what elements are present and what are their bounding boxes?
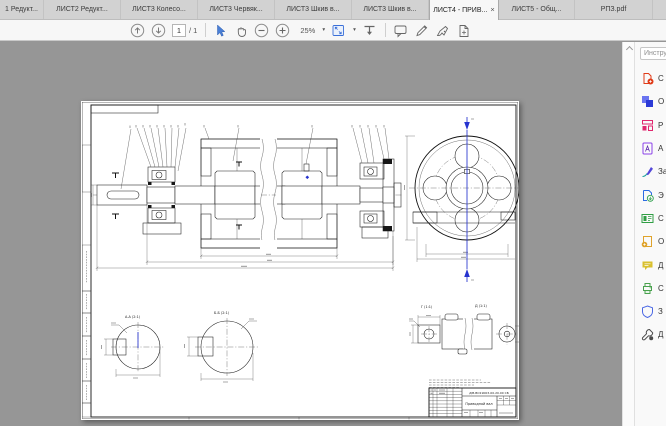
- tab-label: ЛИСТ4 - ПРИВ...: [433, 7, 487, 14]
- document-action-icon: [456, 23, 471, 38]
- pencil-annotate-button[interactable]: [414, 23, 429, 38]
- tool-export-pdf[interactable]: Э: [635, 183, 666, 206]
- section-aa-label: А-А (2:1): [125, 315, 141, 319]
- tab-label: 1 Редукт...: [5, 6, 38, 13]
- tab-label: ЛИСТ3 Шкив в...: [363, 6, 416, 13]
- protect-icon: [641, 305, 654, 318]
- detail-d-label: Д (1:1): [475, 304, 488, 308]
- tool-request-signatures[interactable]: А: [635, 137, 666, 160]
- select-arrow-icon: [213, 23, 227, 38]
- fit-caret-icon[interactable]: ▾: [353, 27, 356, 33]
- tab-list3-shkiv1[interactable]: ЛИСТ3 Шкив в...: [275, 0, 352, 19]
- plus-circle-icon: [275, 23, 290, 38]
- tool-fill-sign[interactable]: За: [635, 160, 666, 183]
- tab-label: ЛИСТ3 Колесо...: [132, 6, 186, 13]
- zoom-out-button[interactable]: [254, 23, 269, 38]
- end-view: [405, 117, 520, 282]
- vertical-scrollbar[interactable]: [622, 42, 634, 426]
- tool-more-tools[interactable]: Д: [635, 323, 666, 346]
- shaft-detail-view: Г (1:1) Д (1:1): [409, 304, 519, 354]
- tab-list2[interactable]: ЛИСТ2 Редукт...: [44, 0, 121, 19]
- scroll-mode-button[interactable]: [362, 23, 377, 38]
- section-bb: Б-Б (2:1): [185, 311, 260, 382]
- toolbar-divider: [205, 23, 206, 37]
- tab-label: ЛИСТ2 Редукт...: [56, 6, 108, 13]
- tab-rpz[interactable]: РПЗ.pdf: [575, 0, 653, 19]
- zoom-in-button[interactable]: [275, 23, 290, 38]
- minus-circle-icon: [254, 23, 269, 38]
- tab-list1[interactable]: 1 Редукт...: [0, 0, 44, 19]
- tab-list3-chervyak[interactable]: ЛИСТ3 Червяк...: [198, 0, 275, 19]
- comment-icon: [641, 259, 654, 272]
- tools-panel: Инстру С О Р А За: [634, 42, 666, 426]
- drawing-sheet[interactable]: А-А (2:1) Б-Б (2:1): [81, 101, 519, 420]
- fit-page-button[interactable]: [331, 23, 346, 38]
- export-page-button[interactable]: [456, 23, 471, 38]
- more-tools-icon: [641, 328, 654, 341]
- page-number-input[interactable]: 1: [172, 24, 186, 37]
- tool-print-production[interactable]: С: [635, 277, 666, 300]
- tool-scan-ocr[interactable]: С: [635, 207, 666, 230]
- fit-width-icon: [362, 23, 377, 38]
- scroll-up-icon[interactable]: [625, 46, 632, 53]
- tool-combine-files[interactable]: О: [635, 90, 666, 113]
- create-pdf-icon: [641, 72, 654, 85]
- tab-label: ЛИСТ5 - Общ...: [512, 6, 562, 13]
- tools-search-input[interactable]: Инстру: [640, 47, 666, 60]
- tool-edit-pdf[interactable]: Р: [635, 114, 666, 137]
- tools-list: С О Р А За Э С: [635, 67, 666, 347]
- select-tool-button[interactable]: [213, 23, 227, 38]
- acrobat-window: 1 Редукт... ЛИСТ2 Редукт... ЛИСТ3 Колесо…: [0, 0, 666, 426]
- export-pdf-icon: [641, 189, 654, 202]
- document-tabs: 1 Редукт... ЛИСТ2 Редукт... ЛИСТ3 Колесо…: [0, 0, 666, 20]
- section-bb-label: Б-Б (2:1): [214, 311, 230, 315]
- tab-label: ЛИСТ3 Шкив в...: [286, 6, 339, 13]
- fill-sign-icon: [641, 165, 654, 178]
- sign-button[interactable]: [435, 23, 450, 38]
- viewer-toolbar: 1 / 1 25% ▾ ▾: [0, 20, 666, 41]
- request-signatures-icon: [641, 142, 654, 155]
- title-block-designation: ДМ-ВО19003-00.20.00 СБ: [469, 391, 509, 395]
- section-aa: А-А (2:1): [102, 315, 166, 378]
- fit-page-icon: [331, 23, 346, 38]
- tab-list3-shkiv2[interactable]: ЛИСТ3 Шкив в...: [352, 0, 429, 19]
- edit-pdf-icon: [641, 119, 654, 132]
- title-block: ДМ-ВО19003-00.20.00 СБ Приводной вал: [429, 380, 516, 417]
- document-canvas[interactable]: А-А (2:1) Б-Б (2:1): [0, 42, 622, 426]
- hand-tool-button[interactable]: [233, 23, 248, 38]
- tab-list3-koleso[interactable]: ЛИСТ3 Колесо...: [121, 0, 198, 19]
- speech-bubble-icon: [393, 23, 408, 38]
- pencil-icon: [414, 23, 429, 38]
- detail-g-label: Г (1:1): [421, 305, 433, 309]
- arrow-down-circle-icon: [151, 23, 166, 38]
- main-assembly-view: [93, 138, 403, 249]
- ink-signature-icon: [435, 23, 450, 38]
- tool-organize-pages[interactable]: О: [635, 230, 666, 253]
- page-total-label: / 1: [189, 26, 197, 35]
- tab-label: ЛИСТ3 Червяк...: [209, 6, 262, 13]
- arrow-up-circle-icon: [130, 23, 145, 38]
- toolbar-divider: [385, 23, 386, 37]
- tab-list5[interactable]: ЛИСТ5 - Общ...: [499, 0, 575, 19]
- title-block-part-name: Приводной вал: [465, 402, 492, 406]
- tab-label: РПЗ.pdf: [601, 6, 627, 13]
- hand-icon: [233, 23, 248, 38]
- tab-close-icon[interactable]: ×: [490, 6, 494, 14]
- tab-list4-privod-active[interactable]: ЛИСТ4 - ПРИВ... ×: [429, 0, 499, 20]
- tool-protect[interactable]: З: [635, 300, 666, 323]
- tool-comment[interactable]: Д: [635, 253, 666, 276]
- print-icon: [641, 282, 654, 295]
- tool-create-pdf[interactable]: С: [635, 67, 666, 90]
- scan-ocr-icon: [641, 212, 654, 225]
- sheet-frame: [82, 102, 518, 419]
- zoom-level-value[interactable]: 25%: [300, 26, 315, 35]
- page-down-button[interactable]: [151, 23, 166, 38]
- zoom-caret-icon[interactable]: ▾: [322, 27, 325, 33]
- organize-pages-icon: [641, 235, 654, 248]
- combine-files-icon: [641, 95, 654, 108]
- page-up-button[interactable]: [130, 23, 145, 38]
- comment-button[interactable]: [393, 23, 408, 38]
